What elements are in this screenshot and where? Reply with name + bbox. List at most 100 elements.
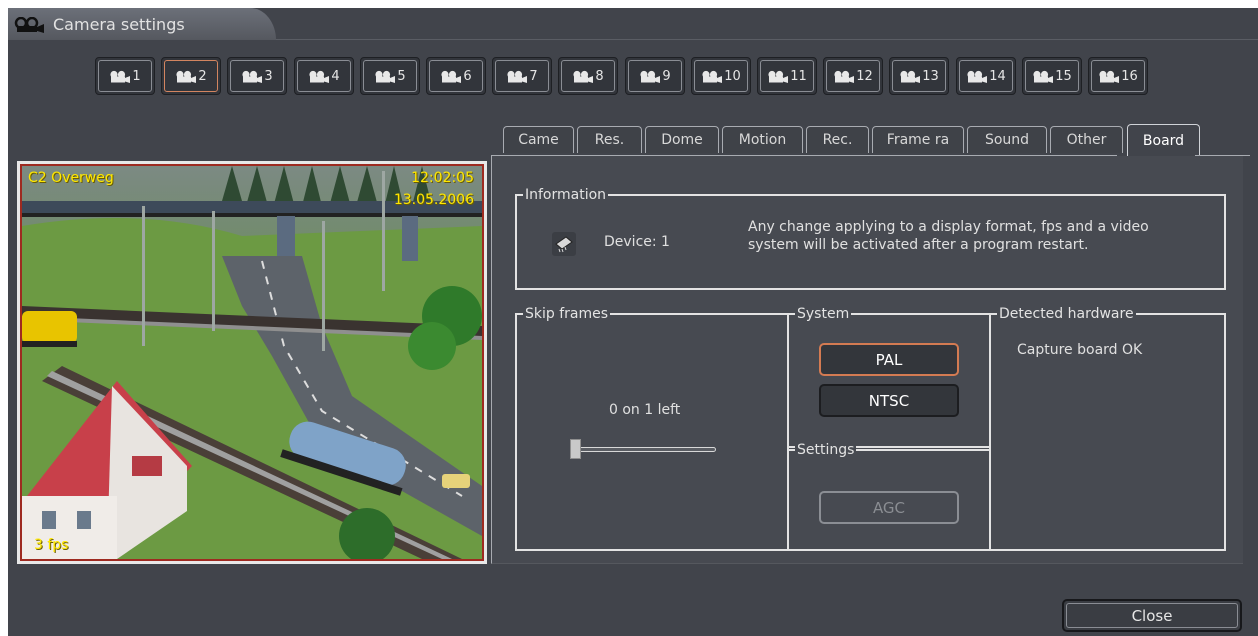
tab-rec[interactable]: Rec. bbox=[806, 126, 869, 153]
camera-button-face: 6 bbox=[429, 60, 483, 92]
skip-frames-slider-thumb[interactable] bbox=[570, 439, 581, 459]
camera-button-3[interactable]: 3 bbox=[227, 57, 287, 95]
camera-button-13[interactable]: 13 bbox=[889, 57, 949, 95]
camera-icon bbox=[14, 17, 44, 33]
camera-icon bbox=[309, 70, 330, 83]
system-group: System bbox=[787, 305, 991, 448]
skip-frames-value: 0 on 1 left bbox=[609, 402, 681, 418]
camera-number: 3 bbox=[264, 68, 273, 84]
camera-button-9[interactable]: 9 bbox=[625, 57, 685, 95]
tab-board[interactable]: Board bbox=[1127, 124, 1200, 156]
tab-came[interactable]: Came bbox=[503, 126, 574, 153]
camera-number: 12 bbox=[856, 68, 873, 84]
skip-frames-slider[interactable] bbox=[570, 447, 716, 452]
tab-motion[interactable]: Motion bbox=[722, 126, 803, 153]
tab-res[interactable]: Res. bbox=[577, 126, 642, 153]
title-bar: Camera settings bbox=[8, 8, 276, 40]
camera-icon bbox=[176, 70, 197, 83]
camera-button-10[interactable]: 10 bbox=[691, 57, 751, 95]
camera-icon bbox=[507, 70, 528, 83]
camera-button-5[interactable]: 5 bbox=[360, 57, 420, 95]
camera-number: 16 bbox=[1121, 68, 1138, 84]
camera-icon bbox=[640, 70, 661, 83]
tab-other[interactable]: Other bbox=[1050, 126, 1123, 153]
camera-number: 15 bbox=[1055, 68, 1072, 84]
pal-button[interactable]: PAL bbox=[819, 343, 959, 376]
device-label: Device: 1 bbox=[604, 234, 670, 250]
video-preview: C2 Overweg 12:02:05 13.05.2006 3 fps bbox=[17, 161, 487, 564]
camera-button-face: 16 bbox=[1091, 60, 1145, 92]
osd-date: 13.05.2006 bbox=[393, 192, 474, 208]
camera-button-4[interactable]: 4 bbox=[294, 57, 354, 95]
camera-number: 2 bbox=[198, 68, 207, 84]
camera-button-1[interactable]: 1 bbox=[95, 57, 155, 95]
camera-button-8[interactable]: 8 bbox=[558, 57, 618, 95]
camera-number: 6 bbox=[463, 68, 472, 84]
camera-icon bbox=[573, 70, 594, 83]
tab-dome[interactable]: Dome bbox=[645, 126, 719, 153]
camera-button-face: 13 bbox=[892, 60, 946, 92]
camera-button-face: 10 bbox=[694, 60, 748, 92]
skip-frames-title: Skip frames bbox=[523, 305, 611, 323]
camera-button-11[interactable]: 11 bbox=[757, 57, 817, 95]
ntsc-button[interactable]: NTSC bbox=[819, 384, 959, 417]
osd-time: 12:02:05 bbox=[411, 170, 474, 186]
camera-number: 4 bbox=[331, 68, 340, 84]
camera-icon bbox=[900, 70, 921, 83]
camera-button-face: 5 bbox=[363, 60, 417, 92]
tab-frame-ra[interactable]: Frame ra bbox=[872, 126, 964, 153]
camera-button-6[interactable]: 6 bbox=[426, 57, 486, 95]
restart-notice-line1: Any change applying to a display format,… bbox=[748, 219, 1149, 235]
camera-button-face: 14 bbox=[959, 60, 1013, 92]
tab-sound[interactable]: Sound bbox=[967, 126, 1047, 153]
camera-button-face: 2 bbox=[164, 60, 218, 92]
chip-icon bbox=[552, 232, 576, 256]
restart-notice-line2: system will be activated after a program… bbox=[748, 237, 1089, 253]
camera-button-face: 12 bbox=[826, 60, 880, 92]
camera-button-face: 3 bbox=[230, 60, 284, 92]
capture-board-status: Capture board OK bbox=[1017, 342, 1143, 358]
osd-camera-name: C2 Overweg bbox=[28, 170, 114, 186]
camera-icon bbox=[834, 70, 855, 83]
camera-button-face: 9 bbox=[628, 60, 682, 92]
osd-fps: 3 fps bbox=[34, 537, 69, 553]
camera-icon bbox=[110, 70, 131, 83]
camera-icon bbox=[441, 70, 462, 83]
camera-number: 14 bbox=[989, 68, 1006, 84]
detected-hardware-title: Detected hardware bbox=[997, 305, 1136, 323]
camera-icon bbox=[1099, 70, 1120, 83]
camera-button-face: 4 bbox=[297, 60, 351, 92]
skip-frames-group: Skip frames bbox=[515, 305, 789, 551]
camera-button-face: 7 bbox=[495, 60, 549, 92]
camera-number: 8 bbox=[595, 68, 604, 84]
camera-button-14[interactable]: 14 bbox=[956, 57, 1016, 95]
camera-button-face: 1 bbox=[98, 60, 152, 92]
camera-number: 1 bbox=[132, 68, 141, 84]
agc-button[interactable]: AGC bbox=[819, 491, 959, 524]
information-title: Information bbox=[523, 186, 609, 204]
camera-number: 10 bbox=[724, 68, 741, 84]
system-title: System bbox=[795, 305, 852, 323]
camera-button-15[interactable]: 15 bbox=[1022, 57, 1082, 95]
camera-button-16[interactable]: 16 bbox=[1088, 57, 1148, 95]
camera-feed: C2 Overweg 12:02:05 13.05.2006 3 fps bbox=[20, 164, 484, 561]
camera-number: 11 bbox=[790, 68, 807, 84]
camera-button-face: 8 bbox=[561, 60, 615, 92]
camera-number: 5 bbox=[397, 68, 406, 84]
camera-button-12[interactable]: 12 bbox=[823, 57, 883, 95]
camera-icon bbox=[702, 70, 723, 83]
camera-icon bbox=[1033, 70, 1054, 83]
close-button[interactable]: Close bbox=[1062, 599, 1242, 632]
settings-title: Settings bbox=[795, 441, 857, 459]
close-button-label: Close bbox=[1066, 603, 1238, 628]
camera-button-7[interactable]: 7 bbox=[492, 57, 552, 95]
camera-icon bbox=[375, 70, 396, 83]
camera-number: 9 bbox=[662, 68, 671, 84]
camera-button-2[interactable]: 2 bbox=[161, 57, 221, 95]
camera-icon bbox=[242, 70, 263, 83]
camera-icon bbox=[768, 70, 789, 83]
model-railway-scene bbox=[22, 166, 482, 559]
camera-number: 13 bbox=[922, 68, 939, 84]
title-divider bbox=[276, 39, 1258, 40]
camera-button-face: 15 bbox=[1025, 60, 1079, 92]
